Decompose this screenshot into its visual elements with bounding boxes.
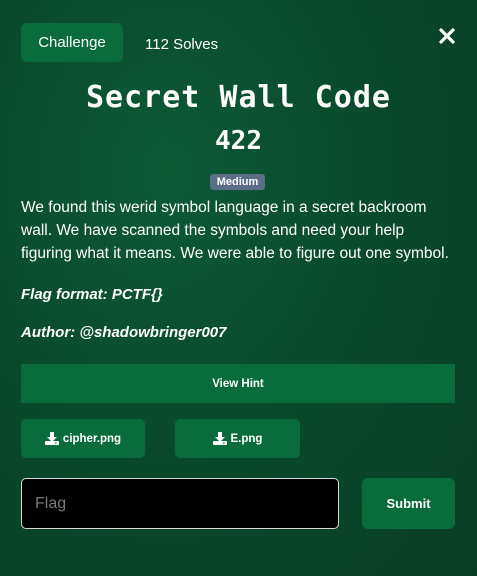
download-cipher-button[interactable]: cipher.png <box>21 419 145 458</box>
view-hint-label: View Hint <box>212 377 264 390</box>
file-name: E.png <box>230 432 263 445</box>
challenge-tab-label: Challenge <box>38 34 106 51</box>
challenge-points: 422 <box>215 126 262 156</box>
download-icon <box>212 432 227 445</box>
challenge-description: We found this werid symbol language in a… <box>21 199 449 262</box>
file-name: cipher.png <box>62 432 122 445</box>
download-e-button[interactable]: E.png <box>175 419 300 458</box>
close-icon[interactable] <box>437 25 457 47</box>
difficulty-badge: Medium <box>210 174 265 190</box>
view-hint-button[interactable]: View Hint <box>21 364 455 403</box>
challenge-title: Secret Wall Code <box>86 80 391 115</box>
submit-button[interactable]: Submit <box>362 478 455 529</box>
solves-link[interactable]: 112 Solves <box>145 36 218 53</box>
download-icon <box>44 432 59 445</box>
flag-input[interactable] <box>21 478 339 529</box>
submit-label: Submit <box>386 496 431 511</box>
flag-format: Flag format: PCTF{} <box>21 286 163 303</box>
challenge-author: Author: @shadowbringer007 <box>21 324 227 341</box>
challenge-tab[interactable]: Challenge <box>21 23 123 62</box>
